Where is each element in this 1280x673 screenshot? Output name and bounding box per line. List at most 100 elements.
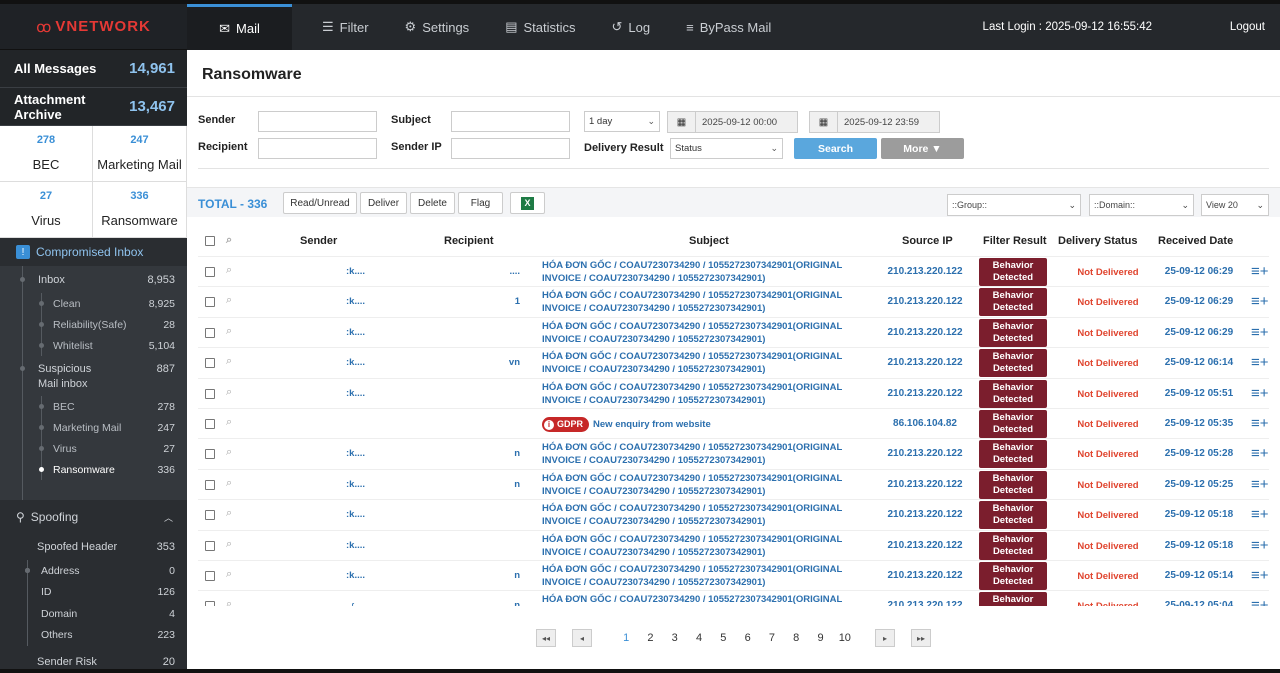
subject-cell[interactable]: HÓA ĐƠN GỐC / COAU7230734290 / 105527230… <box>542 533 874 560</box>
more-button[interactable]: More ▼ <box>881 138 964 159</box>
col-source-ip[interactable]: Source IP <box>902 235 953 247</box>
sender-cell[interactable]: :k.... <box>346 509 365 520</box>
col-recipient[interactable]: Recipient <box>444 235 494 247</box>
table-row[interactable]: ⌕:k.... n HÓA ĐƠN GỐC / COAU7230734290 / 1… <box>198 468 1269 499</box>
page-number[interactable]: 7 <box>760 632 784 644</box>
recipient-cell[interactable]: n <box>500 479 520 490</box>
row-checkbox[interactable] <box>205 449 215 460</box>
subject-cell[interactable]: HÓA ĐƠN GỐC / COAU7230734290 / 105527230… <box>542 259 874 286</box>
row-detail-icon[interactable]: ≡+ <box>1251 537 1269 554</box>
page-number[interactable]: 10 <box>833 632 857 644</box>
flag-button[interactable]: Flag <box>458 192 503 214</box>
tab-bypass-mail[interactable]: ≡ ByPass Mail <box>668 4 789 50</box>
row-checkbox[interactable] <box>205 601 215 606</box>
last-page-button[interactable]: ▸▸ <box>910 629 931 647</box>
sender-ip-input[interactable] <box>451 138 570 159</box>
table-row[interactable]: ⌕:k.... n HÓA ĐƠN GỐC / COAU7230734290 / 1… <box>198 560 1269 590</box>
row-detail-icon[interactable]: ≡+ <box>1251 567 1269 584</box>
sender-cell[interactable]: :k.... <box>346 448 365 459</box>
sender-cell[interactable]: :k.... <box>346 266 365 277</box>
row-checkbox[interactable] <box>205 388 215 399</box>
row-checkbox[interactable] <box>205 571 215 581</box>
sidebar-item-virus[interactable]: Virus 27 <box>0 438 187 459</box>
table-row[interactable]: ⌕:k.... HÓA ĐƠN GỐC / COAU7230734290 / 10… <box>198 377 1269 408</box>
tab-filter[interactable]: ☰ Filter <box>304 4 387 50</box>
group-select[interactable]: ::Group:: ⌄ <box>947 194 1081 216</box>
sender-cell[interactable]: :k.... <box>346 327 365 338</box>
tab-settings[interactable]: ⚙ Settings <box>387 4 488 50</box>
sender-cell[interactable]: :k.... <box>346 540 365 551</box>
sender-cell[interactable]: :k.... <box>346 388 365 399</box>
subject-cell[interactable]: HÓA ĐƠN GỐC / COAU7230734290 / 105527230… <box>542 472 874 499</box>
subject-cell[interactable]: HÓA ĐƠN GỐC / COAU7230734290 / 105527230… <box>542 320 874 347</box>
recipient-cell[interactable]: n <box>500 448 520 459</box>
read-unread-button[interactable]: Read/Unread <box>283 192 357 214</box>
row-checkbox[interactable] <box>205 540 215 551</box>
col-received-date[interactable]: Received Date <box>1158 235 1233 247</box>
subject-cell[interactable]: HÓA ĐƠN GỐC / COAU7230734290 / 105527230… <box>542 441 874 468</box>
sender-cell[interactable]: :k.... <box>346 357 365 368</box>
col-sender[interactable]: Sender <box>300 235 337 247</box>
col-filter-result[interactable]: Filter Result <box>983 235 1047 247</box>
sidebar-item-ransomware[interactable]: Ransomware 336 <box>0 459 187 480</box>
row-detail-icon[interactable]: ≡+ <box>1251 445 1269 462</box>
recipient-cell[interactable]: vn <box>500 357 520 368</box>
row-detail-icon[interactable]: ≡+ <box>1251 506 1269 523</box>
row-checkbox[interactable] <box>205 510 215 521</box>
page-number[interactable]: 6 <box>735 632 759 644</box>
page-number[interactable]: 1 <box>614 632 638 644</box>
excel-export-button[interactable]: X <box>510 192 545 214</box>
page-number[interactable]: 5 <box>711 632 735 644</box>
first-page-button[interactable]: ◂◂ <box>536 629 556 647</box>
attachment-archive[interactable]: Attachment Archive 13,467 <box>0 88 187 126</box>
date-from-picker[interactable]: ▦ 2025-09-12 00:00 <box>667 111 798 133</box>
tile-marketing-mail[interactable]: 247 Marketing Mail <box>93 126 187 182</box>
subject-cell[interactable]: HÓA ĐƠN GỐC / COAU7230734290 / 105527230… <box>542 289 874 316</box>
status-select[interactable]: Status ⌄ <box>670 138 783 159</box>
row-checkbox[interactable] <box>205 358 215 369</box>
row-detail-icon[interactable]: ≡+ <box>1251 476 1269 493</box>
compromised-inbox-header[interactable]: ! Compromised Inbox <box>0 238 187 266</box>
delete-button[interactable]: Delete <box>410 192 455 214</box>
prev-page-button[interactable]: ◂ <box>572 629 592 647</box>
table-row[interactable]: ⌕:k........ HÓA ĐƠN GỐC / COAU7230734290 … <box>198 256 1269 286</box>
sender-input[interactable] <box>258 111 377 132</box>
tab-log[interactable]: ↺ Log <box>594 4 669 50</box>
col-delivery-status[interactable]: Delivery Status <box>1058 235 1137 247</box>
sender-cell[interactable]: :k.... <box>346 296 365 307</box>
table-row[interactable]: ⌕:k.... HÓA ĐƠN GỐC / COAU7230734290 / 10… <box>198 529 1269 560</box>
tab-mail[interactable]: ✉ Mail <box>187 4 292 50</box>
page-number[interactable]: 9 <box>808 632 832 644</box>
recipient-cell[interactable]: 1 <box>500 296 520 307</box>
row-checkbox[interactable] <box>205 479 215 490</box>
page-number[interactable]: 3 <box>663 632 687 644</box>
subject-input[interactable] <box>451 111 570 132</box>
date-to-picker[interactable]: ▦ 2025-09-12 23:59 <box>809 111 940 133</box>
row-detail-icon[interactable]: ≡+ <box>1251 293 1269 310</box>
tile-bec[interactable]: 278 BEC <box>0 126 93 182</box>
subject-cell[interactable]: HÓA ĐƠN GỐC / COAU7230734290 / 105527230… <box>542 350 874 377</box>
row-checkbox[interactable] <box>205 419 215 429</box>
sidebar-item-reliability[interactable]: Reliability(Safe) 28 <box>0 314 187 335</box>
next-page-button[interactable]: ▸ <box>874 629 895 647</box>
sidebar-item-bec[interactable]: BEC 278 <box>0 396 187 417</box>
subject-cell[interactable]: HÓA ĐƠN GỐC / COAU7230734290 / 105527230… <box>542 502 874 529</box>
sidebar-item-inbox[interactable]: Inbox 8,953 <box>0 266 187 293</box>
recipient-input[interactable] <box>258 138 377 159</box>
sidebar-item-whitelist[interactable]: Whitelist 5,104 <box>0 335 187 356</box>
page-number[interactable]: 4 <box>687 632 711 644</box>
spoofing-header[interactable]: ⚲ Spoofing ︿ <box>0 500 187 534</box>
sidebar-item-spoofed-header[interactable]: Spoofed Header 353 <box>0 534 187 560</box>
row-checkbox[interactable] <box>205 297 215 308</box>
page-number[interactable]: 2 <box>638 632 662 644</box>
row-detail-icon[interactable]: ≡+ <box>1251 354 1269 371</box>
table-row[interactable]: ⌕ i GDPR New enquiry from website 86.106.104… <box>198 408 1269 438</box>
col-subject[interactable]: Subject <box>689 235 729 247</box>
row-checkbox[interactable] <box>205 267 215 277</box>
recipient-cell[interactable]: .... <box>500 266 520 277</box>
sidebar-item-id[interactable]: ID 126 <box>0 568 187 604</box>
table-row[interactable]: ⌕:k.... n HÓA ĐƠN GỐC / COAU7230734290 / 1… <box>198 438 1269 469</box>
table-row[interactable]: ⌕:k.... HÓA ĐƠN GỐC / COAU7230734290 / 10… <box>198 316 1269 347</box>
page-number[interactable]: 8 <box>784 632 808 644</box>
row-detail-icon[interactable]: ≡+ <box>1251 324 1269 341</box>
